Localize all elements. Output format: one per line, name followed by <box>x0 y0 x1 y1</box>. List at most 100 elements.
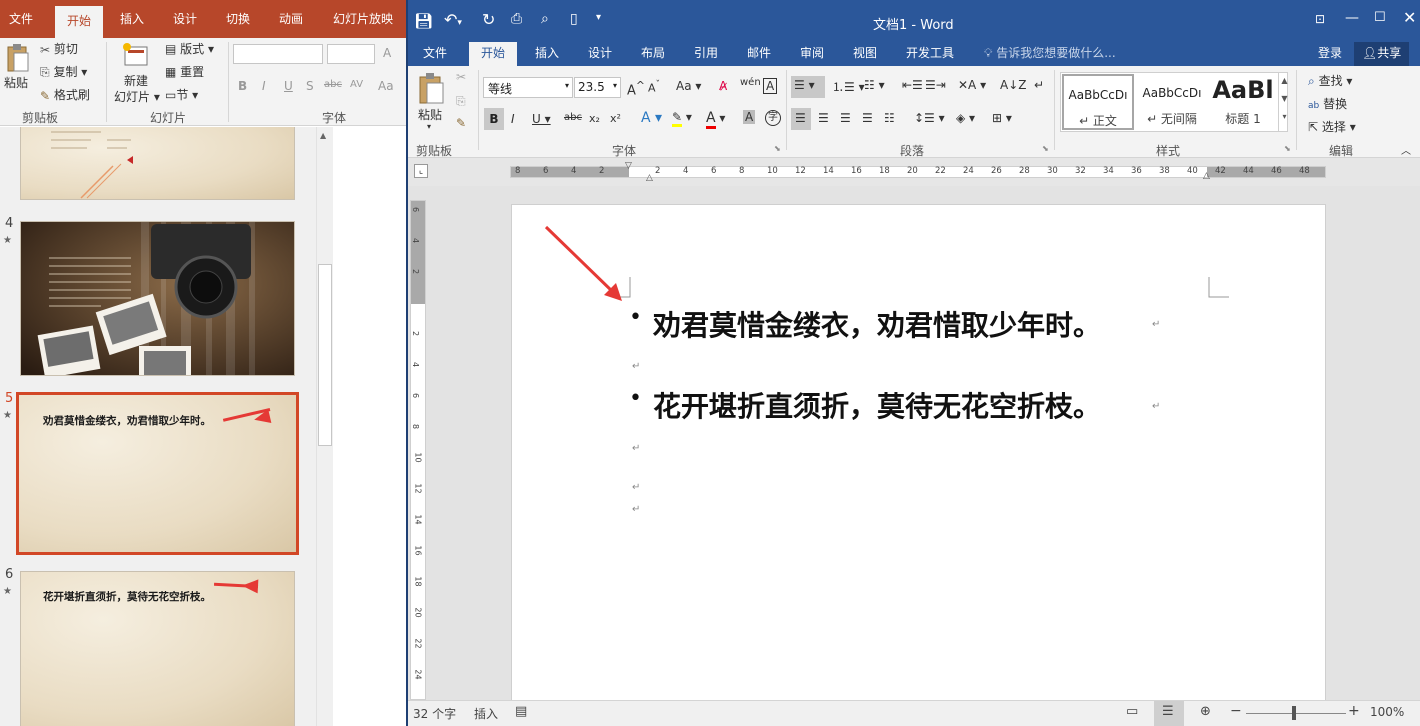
bold-button[interactable]: B <box>484 108 504 130</box>
macro-record-icon[interactable]: ▤ <box>515 704 527 719</box>
doc-line-2[interactable]: 花开堪折直须折，莫待无花空折枝。 <box>653 385 1101 425</box>
format-painter-icon[interactable]: ✎ <box>456 116 466 130</box>
sort-icon[interactable]: A↓Z <box>1000 78 1026 92</box>
shrink-font-icon[interactable]: Aˇ <box>648 79 660 95</box>
scroll-up-icon[interactable]: ▲ <box>320 131 326 140</box>
word-tab-references[interactable]: 引用 <box>694 42 718 66</box>
word-font-size-select[interactable]: 23.5 ▾ <box>574 77 621 98</box>
ppt-case-button[interactable]: Aa <box>378 79 394 93</box>
distributed-icon[interactable]: ☷ <box>884 111 895 125</box>
slide-thumbnail-6[interactable]: 花开堪折直须折，莫待无花空折枝。 <box>20 571 295 726</box>
ppt-new-slide-label-2[interactable]: 幻灯片 ▾ <box>114 88 160 105</box>
tell-me-search[interactable]: 💡︎ 告诉我您想要做什么... <box>984 42 1116 66</box>
phonetic-guide-icon[interactable]: wén <box>740 77 761 88</box>
style-no-spacing[interactable]: AaBbCcDı ↵ 无间隔 <box>1136 74 1208 130</box>
vertical-ruler[interactable]: 6 4 2 2 4 6 8 10 12 14 16 18 20 22 24 <box>410 200 426 700</box>
ppt-paste-button[interactable]: 粘贴 <box>4 74 28 91</box>
word-font-name-select[interactable]: 等线 ▾ <box>483 77 573 98</box>
clear-format-icon[interactable]: A̷ <box>719 79 727 93</box>
zoom-in-icon[interactable]: + <box>1348 703 1360 719</box>
close-icon[interactable]: ✕ <box>1403 8 1416 27</box>
zoom-slider-thumb[interactable] <box>1292 706 1296 720</box>
new-doc-icon[interactable]: ▯ <box>570 11 578 27</box>
font-color-icon[interactable]: A ▾ <box>706 110 725 129</box>
increase-indent-icon[interactable]: ☰⇥ <box>925 78 946 92</box>
ppt-grow-font-icon[interactable]: A <box>383 46 391 60</box>
customize-qat-icon[interactable]: ▾ <box>596 12 601 23</box>
style-heading1[interactable]: AaBl 标题 1 <box>1208 74 1278 130</box>
ppt-shadow-button[interactable]: S <box>306 79 314 93</box>
print-layout-button[interactable]: ☰ <box>1154 701 1184 726</box>
multilevel-icon[interactable]: ☷ ▾ <box>864 78 885 92</box>
ppt-cut-button[interactable]: ✂ 剪切 <box>40 40 78 57</box>
enclose-char-icon[interactable]: 字 <box>765 110 781 126</box>
select-button[interactable]: ⇱ 选择 ▾ <box>1308 118 1356 135</box>
paste-icon[interactable] <box>4 42 30 74</box>
ppt-section-button[interactable]: ▭节 ▾ <box>165 86 198 103</box>
dialog-launcher-icon[interactable]: ⬊ <box>774 144 781 153</box>
horizontal-ruler[interactable]: 8 6 4 2 2 4 6 8 10 12 14 16 18 20 22 24 26 28 30 32 34 36 38 40… <box>510 161 1326 183</box>
numbering-icon[interactable]: ⒈☰ ▾ <box>832 78 865 95</box>
ppt-font-size-input[interactable] <box>327 44 375 64</box>
show-marks-icon[interactable]: ↵ <box>1034 78 1044 92</box>
ppt-format-painter-button[interactable]: ✎ 格式刷 <box>40 86 90 103</box>
ppt-tab-animations[interactable]: 动画 <box>269 0 313 38</box>
word-tab-review[interactable]: 审阅 <box>800 42 824 66</box>
word-tab-layout[interactable]: 布局 <box>641 42 665 66</box>
ppt-tab-home[interactable]: 开始 <box>55 6 103 38</box>
change-case-icon[interactable]: Aa ▾ <box>676 79 701 93</box>
paste-icon[interactable] <box>416 72 446 106</box>
align-right-icon[interactable]: ☰ <box>840 111 851 125</box>
subscript-button[interactable]: x₂ <box>589 112 600 125</box>
ppt-strike-button[interactable]: abc <box>324 79 342 90</box>
superscript-button[interactable]: x² <box>610 112 621 125</box>
ppt-layout-button[interactable]: ▤ 版式 ▾ <box>165 40 214 57</box>
justify-icon[interactable]: ☰ <box>862 111 873 125</box>
document-page[interactable]: • 劝君莫惜金缕衣，劝君惜取少年时。 ↵ ↵ • 花开堪折直须折，莫待无花空折枝… <box>511 204 1326 704</box>
word-tab-insert[interactable]: 插入 <box>535 42 559 66</box>
underline-button[interactable]: U ▾ <box>532 112 551 126</box>
dialog-launcher-icon[interactable]: ⬊ <box>1284 144 1291 153</box>
maximize-icon[interactable]: ☐ <box>1374 10 1386 25</box>
slide-thumbnail-4[interactable] <box>20 221 295 376</box>
collapse-ribbon-icon[interactable]: ︿ <box>1401 142 1411 157</box>
ppt-tab-insert[interactable]: 插入 <box>110 0 154 38</box>
ppt-font-name-input[interactable] <box>233 44 323 64</box>
word-tab-developer[interactable]: 开发工具 <box>906 42 954 66</box>
word-tab-file[interactable]: 文件 <box>423 42 447 66</box>
scrollbar-thumb[interactable] <box>318 264 332 446</box>
replace-button[interactable]: ab 替换 <box>1308 95 1347 112</box>
hanging-indent-marker[interactable]: △ <box>646 173 653 183</box>
ppt-underline-button[interactable]: U <box>284 79 293 93</box>
zoom-level[interactable]: 100% <box>1370 705 1404 719</box>
ppt-tab-design[interactable]: 设计 <box>163 0 207 38</box>
insert-mode[interactable]: 插入 <box>474 705 498 722</box>
save-icon[interactable]: 💾︎ <box>414 12 433 30</box>
style-normal[interactable]: AaBbCcDı ↵ 正文 <box>1062 74 1134 130</box>
borders-icon[interactable]: ⊞ ▾ <box>992 111 1012 125</box>
ppt-spacing-button[interactable]: AV <box>350 79 363 90</box>
read-mode-icon[interactable]: ▭ <box>1126 704 1138 719</box>
tab-selector-icon[interactable]: ⌞ <box>414 164 428 178</box>
doc-line-1[interactable]: 劝君莫惜金缕衣，劝君惜取少年时。 <box>653 304 1101 344</box>
word-count[interactable]: 32 个字 <box>413 705 456 722</box>
login-link[interactable]: 登录 <box>1318 42 1342 66</box>
word-tab-design[interactable]: 设计 <box>588 42 612 66</box>
word-tab-view[interactable]: 视图 <box>853 42 877 66</box>
zoom-slider[interactable] <box>1246 713 1346 714</box>
find-doc-icon[interactable]: ⌕ <box>541 11 549 27</box>
ppt-panel-scrollbar[interactable]: ▲ <box>316 127 333 726</box>
char-shading-icon[interactable]: A <box>743 110 756 124</box>
paste-dropdown-icon[interactable]: ▾ <box>427 122 431 131</box>
styles-scroll[interactable]: ▲ ▼ ▾ <box>1278 72 1290 132</box>
web-layout-icon[interactable]: ⊕ <box>1200 704 1211 719</box>
ppt-bold-button[interactable]: B <box>238 79 247 93</box>
ppt-new-slide-label[interactable]: 新建 <box>124 72 148 89</box>
ppt-italic-button[interactable]: I <box>262 79 266 93</box>
line-spacing-icon[interactable]: ↕☰ ▾ <box>914 111 945 125</box>
first-line-indent-marker[interactable]: ▽ <box>625 161 632 171</box>
right-indent-marker[interactable]: △ <box>1203 171 1210 181</box>
find-button[interactable]: ⌕ 查找 ▾ <box>1308 72 1352 89</box>
align-left-button[interactable]: ☰ <box>791 108 811 130</box>
ppt-tab-slideshow[interactable]: 幻灯片放映 <box>326 0 400 38</box>
